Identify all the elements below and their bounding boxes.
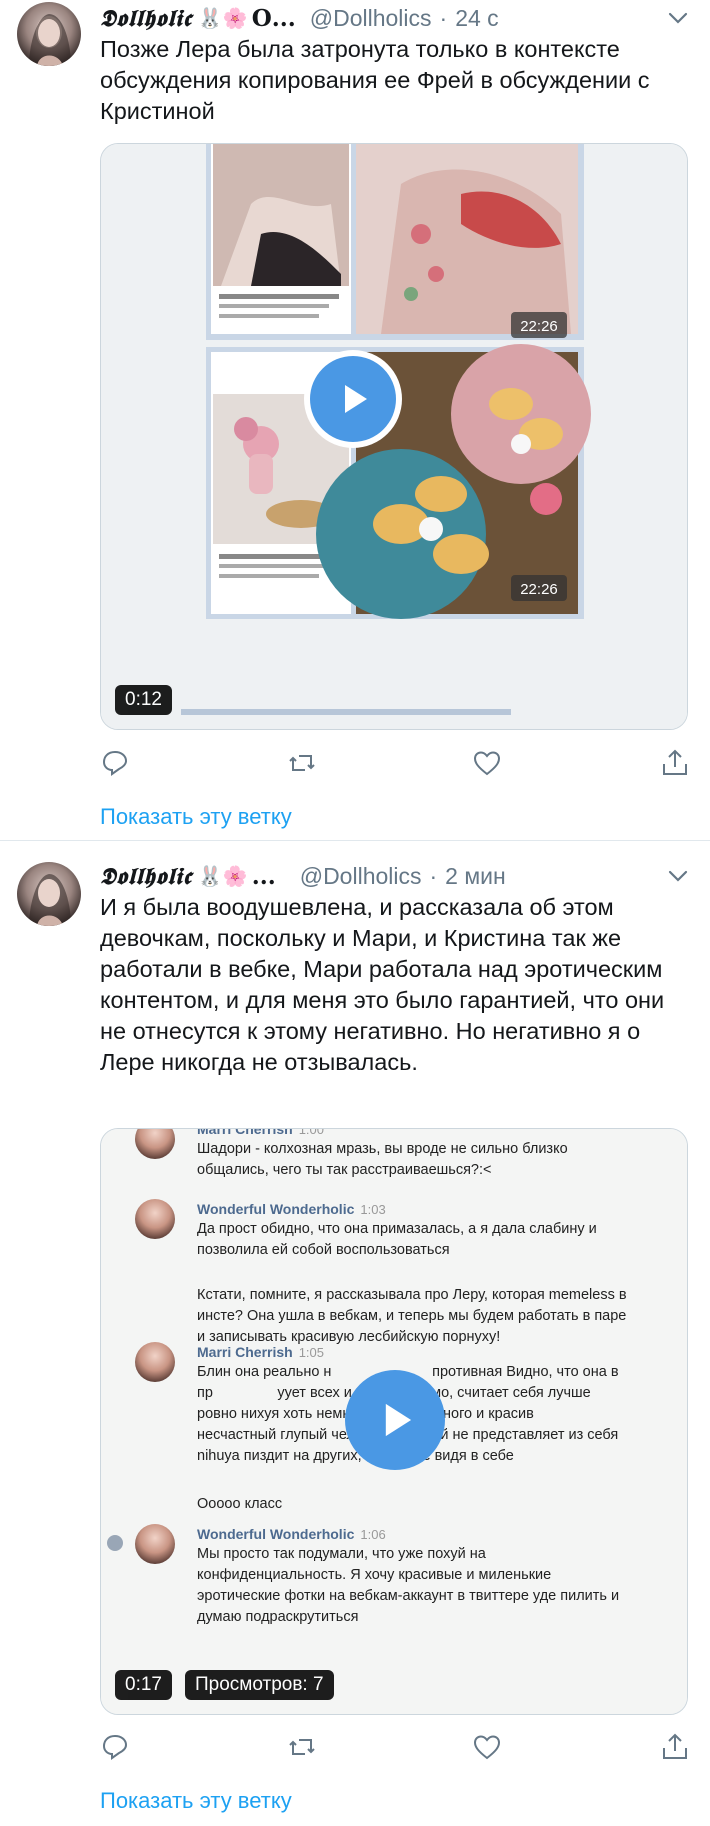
video-duration: 0:12 (115, 685, 172, 715)
video-player[interactable]: 22:26 22:26 0:12 (100, 143, 688, 730)
separator: · (439, 4, 448, 31)
chat-author: Marri Cherrish 1:00 (197, 1128, 325, 1137)
share-icon[interactable] (660, 748, 690, 778)
chat-text: Кстати, помните, я рассказывала про Леру… (197, 1287, 627, 1345)
chat-author: Wonderful Wonderholic 1:06 (197, 1526, 386, 1542)
tweet-header: 𝕯𝖔𝖑𝖑𝖍𝖔𝖑𝖎𝖈 🐰🌸 О... @Dollholics · 24 с (100, 2, 690, 34)
thumb-time: 22:26 (520, 318, 558, 335)
show-thread-link[interactable]: Показать эту ветку (100, 1788, 292, 1814)
tweet-header: 𝕯𝖔𝖑𝖑𝖍𝖔𝖑𝖎𝖈 🐰🌸 ... @Dollholics · 2 мин (100, 860, 690, 892)
user-handle[interactable]: @Dollholics (300, 863, 422, 890)
user-handle[interactable]: @Dollholics (310, 5, 432, 32)
chat-author: Wonderful Wonderholic 1:03 (197, 1201, 386, 1217)
view-count: Просмотров: 7 (185, 1670, 334, 1700)
name-emojis: 🐰🌸 (197, 865, 248, 888)
chat-avatar (135, 1342, 175, 1382)
display-name[interactable]: 𝕯𝖔𝖑𝖑𝖍𝖔𝖑𝖎𝖈 (100, 5, 192, 32)
play-icon (310, 356, 396, 442)
tweet: 𝕯𝖔𝖑𝖑𝖍𝖔𝖑𝖎𝖈 🐰🌸 ... @Dollholics · 2 мин И я… (0, 843, 710, 1826)
checkmark-icon (107, 1535, 123, 1551)
play-icon (345, 1370, 445, 1470)
tweet-actions (100, 1732, 690, 1764)
chevron-down-icon[interactable] (666, 6, 690, 30)
chat-author: Marri Cherrish 1:05 (197, 1344, 325, 1360)
name-emojis: 🐰🌸 (197, 7, 248, 30)
reply-icon[interactable] (100, 748, 130, 778)
chevron-down-icon[interactable] (666, 864, 690, 888)
avatar[interactable] (17, 862, 81, 926)
chat-text: Ооооо класс (197, 1496, 283, 1512)
play-button[interactable] (345, 1370, 445, 1470)
display-name[interactable]: 𝕯𝖔𝖑𝖑𝖍𝖔𝖑𝖎𝖈 (100, 863, 192, 890)
divider (0, 840, 710, 841)
display-name-suffix: О... (251, 4, 296, 32)
like-icon[interactable] (472, 748, 502, 778)
timestamp[interactable]: 24 с (455, 5, 498, 32)
video-duration: 0:17 (115, 1670, 172, 1700)
chat-avatar (135, 1199, 175, 1239)
avatar[interactable] (17, 2, 81, 66)
reply-icon[interactable] (100, 1732, 130, 1762)
display-name-suffix: ... (251, 862, 276, 890)
chat-avatar (135, 1524, 175, 1564)
show-thread-link[interactable]: Показать эту ветку (100, 804, 292, 830)
timestamp[interactable]: 2 мин (445, 863, 506, 890)
tweet: 𝕯𝖔𝖑𝖑𝖍𝖔𝖑𝖎𝖈 🐰🌸 О... @Dollholics · 24 с Поз… (0, 0, 710, 840)
separator: · (429, 862, 438, 889)
like-icon[interactable] (472, 1732, 502, 1762)
tweet-actions (100, 748, 690, 780)
chat-text: Мы просто так подумали, что уже похуй на… (197, 1546, 688, 1625)
chat-text: Да прост обидно, что она примазалась, а … (197, 1221, 597, 1258)
share-icon[interactable] (660, 1732, 690, 1762)
video-player[interactable]: Marri Cherrish 1:00 Шадори - колхозная мр… (100, 1128, 688, 1715)
video-thumbnail: 22:26 22:26 (101, 144, 687, 729)
thumb-time: 22:26 (520, 581, 558, 598)
chat-text: Шадори - колхозная мразь, вы вроде не си… (197, 1141, 568, 1178)
chat-avatar (135, 1129, 175, 1159)
tweet-text: И я была воодушевлена, и рассказала об э… (100, 894, 665, 1075)
retweet-icon[interactable] (287, 1732, 317, 1762)
play-button[interactable] (304, 350, 402, 448)
tweet-text: Позже Лера была затронута только в конте… (100, 36, 650, 124)
retweet-icon[interactable] (287, 748, 317, 778)
